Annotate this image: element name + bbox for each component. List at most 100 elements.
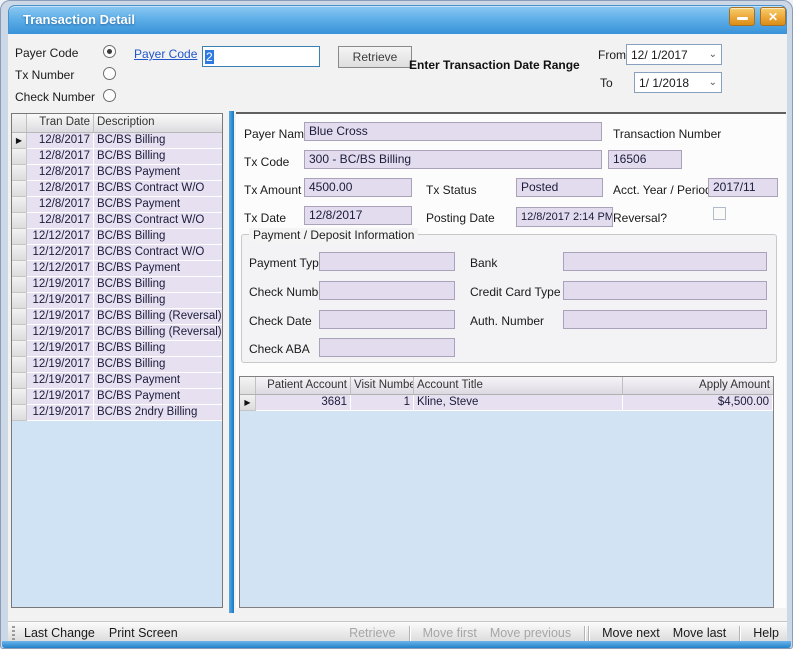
move-previous-button[interactable]: Move previous <box>490 626 571 640</box>
posting-date-label: Posting Date <box>426 211 495 225</box>
tran-list-row[interactable]: 12/12/2017BC/BS Contract W/O <box>12 245 222 261</box>
from-date-select[interactable]: 12/ 1/2017 ⌄ <box>626 44 722 65</box>
payment-info-title: Payment / Deposit Information <box>249 228 418 242</box>
tran-list-row[interactable]: 12/8/2017BC/BS Payment <box>12 165 222 181</box>
row-selector[interactable]: ▶ <box>12 133 27 149</box>
tran-list-row[interactable]: 12/19/2017BC/BS Billing <box>12 277 222 293</box>
row-selector[interactable] <box>12 389 27 405</box>
move-first-button[interactable]: Move first <box>423 626 477 640</box>
tran-list-row[interactable]: 12/19/2017BC/BS Payment <box>12 373 222 389</box>
to-date-select[interactable]: 1/ 1/2018 ⌄ <box>634 72 722 93</box>
row-selector[interactable] <box>12 181 27 197</box>
check-number-label: Check Number <box>249 285 329 299</box>
tran-list-row[interactable]: 12/19/2017BC/BS Billing <box>12 357 222 373</box>
row-selector[interactable] <box>12 229 27 245</box>
row-selector[interactable] <box>12 149 27 165</box>
to-label: To <box>600 76 613 90</box>
tran-list-row[interactable]: 12/8/2017BC/BS Contract W/O <box>12 213 222 229</box>
column-header-description[interactable]: Description <box>94 114 222 132</box>
description-cell: BC/BS Payment <box>94 389 222 405</box>
column-header-account-title[interactable]: Account Title <box>414 377 623 394</box>
window-frame-bottom <box>2 641 791 648</box>
tran-date-cell: 12/8/2017 <box>27 149 94 165</box>
radio-check-number[interactable] <box>103 89 116 102</box>
print-screen-button[interactable]: Print Screen <box>109 626 178 640</box>
panel-splitter[interactable] <box>229 111 234 613</box>
tran-list-row[interactable]: 12/8/2017BC/BS Contract W/O <box>12 181 222 197</box>
row-selector[interactable] <box>12 277 27 293</box>
row-selector-header <box>240 377 256 394</box>
move-next-button[interactable]: Move next <box>602 626 660 640</box>
close-button[interactable]: ✕ <box>760 7 786 26</box>
payer-code-input[interactable]: 2 <box>202 46 320 67</box>
retrieve-button[interactable]: Retrieve <box>338 46 412 68</box>
tran-list-row[interactable]: 12/8/2017BC/BS Billing <box>12 149 222 165</box>
check-number-field <box>319 281 455 300</box>
row-selector[interactable] <box>12 309 27 325</box>
radio-payer-code[interactable] <box>103 45 116 58</box>
row-selector[interactable] <box>12 245 27 261</box>
tran-date-cell: 12/19/2017 <box>27 341 94 357</box>
payer-name-field: Blue Cross <box>304 122 602 141</box>
radio-label-payer-code: Payer Code <box>15 46 78 60</box>
tran-list-row[interactable]: 12/19/2017BC/BS Payment <box>12 389 222 405</box>
description-cell: BC/BS Payment <box>94 165 222 181</box>
row-selector[interactable] <box>12 261 27 277</box>
description-cell: BC/BS Billing <box>94 357 222 373</box>
toolbar-grip-handle[interactable] <box>12 626 15 641</box>
description-cell: BC/BS Billing (Reversal) <box>94 309 222 325</box>
bank-label: Bank <box>470 256 497 270</box>
credit-card-type-field <box>563 281 767 300</box>
acct-year-period-field: 2017/11 <box>708 178 778 197</box>
posting-date-field: 12/8/2017 2:14 PM <box>516 207 613 227</box>
reversal-checkbox[interactable] <box>713 207 726 220</box>
description-cell: BC/BS Contract W/O <box>94 245 222 261</box>
close-icon: ✕ <box>768 11 778 23</box>
row-selector[interactable] <box>12 341 27 357</box>
row-selector[interactable] <box>12 373 27 389</box>
row-selector[interactable] <box>12 213 27 229</box>
tran-list-row[interactable]: 12/19/2017BC/BS Billing (Reversal) <box>12 325 222 341</box>
help-button[interactable]: Help <box>753 626 779 640</box>
patient-account-cell: 3681 <box>256 395 351 411</box>
radio-tx-number[interactable] <box>103 67 116 80</box>
tran-list-row[interactable]: 12/12/2017BC/BS Payment <box>12 261 222 277</box>
column-header-patient-account[interactable]: Patient Account <box>256 377 351 394</box>
apply-grid-row[interactable]: ▶36811Kline, Steve$4,500.00 <box>240 395 773 411</box>
row-selector[interactable] <box>12 405 27 421</box>
tran-date-cell: 12/19/2017 <box>27 325 94 341</box>
auth-number-field <box>563 310 767 329</box>
description-cell: BC/BS Contract W/O <box>94 181 222 197</box>
tran-list-row[interactable]: 12/12/2017BC/BS Billing <box>12 229 222 245</box>
transaction-list-header: Tran Date Description <box>12 114 222 133</box>
row-selector[interactable] <box>12 197 27 213</box>
minimize-button[interactable] <box>729 7 755 26</box>
column-header-tran-date[interactable]: Tran Date <box>27 114 94 132</box>
description-cell: BC/BS Billing <box>94 133 222 149</box>
chevron-down-icon: ⌄ <box>709 49 717 60</box>
tran-list-row[interactable]: 12/19/2017BC/BS 2ndry Billing <box>12 405 222 421</box>
column-header-visit-number[interactable]: Visit Number <box>351 377 414 394</box>
payer-code-link[interactable]: Payer Code <box>134 47 197 61</box>
credit-card-type-label: Credit Card Type <box>470 285 561 299</box>
tran-list-row[interactable]: 12/19/2017BC/BS Billing <box>12 341 222 357</box>
column-header-apply-amount[interactable]: Apply Amount <box>623 377 773 394</box>
visit-number-cell: 1 <box>351 395 414 411</box>
move-last-button[interactable]: Move last <box>673 626 727 640</box>
row-selector[interactable] <box>12 293 27 309</box>
retrieve-toolbar-button[interactable]: Retrieve <box>349 626 396 640</box>
tran-list-row[interactable]: 12/8/2017BC/BS Payment <box>12 197 222 213</box>
row-selector[interactable] <box>12 165 27 181</box>
last-change-button[interactable]: Last Change <box>24 626 95 640</box>
row-selector[interactable] <box>12 325 27 341</box>
row-selector[interactable]: ▶ <box>240 395 256 411</box>
toolbar-double-separator <box>584 626 589 641</box>
tran-list-row[interactable]: ▶12/8/2017BC/BS Billing <box>12 133 222 149</box>
account-title-cell: Kline, Steve <box>414 395 623 411</box>
check-date-field <box>319 310 455 329</box>
description-cell: BC/BS Payment <box>94 197 222 213</box>
row-selector[interactable] <box>12 357 27 373</box>
tran-list-row[interactable]: 12/19/2017BC/BS Billing <box>12 293 222 309</box>
tran-list-row[interactable]: 12/19/2017BC/BS Billing (Reversal) <box>12 309 222 325</box>
tran-date-cell: 12/8/2017 <box>27 213 94 229</box>
